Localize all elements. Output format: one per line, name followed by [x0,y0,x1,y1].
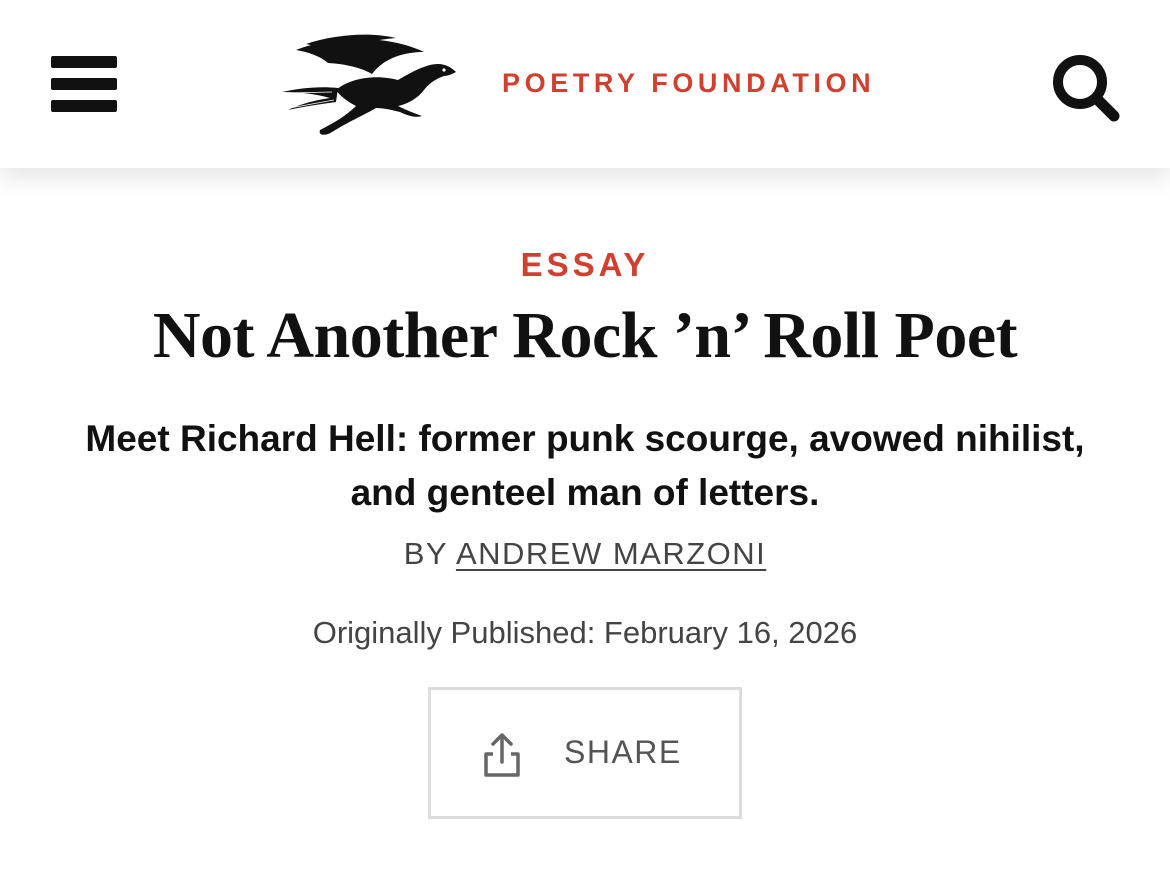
search-button[interactable] [1048,50,1124,122]
search-icon [1053,55,1120,122]
byline: BY ANDREW MARZONI [0,536,1170,572]
author-link[interactable]: ANDREW MARZONI [456,536,766,571]
article-category[interactable]: ESSAY [0,246,1170,284]
pegasus-logo-icon[interactable] [276,30,460,138]
byline-prefix: BY [403,536,448,571]
share-label: SHARE [564,734,682,770]
menu-bar [51,100,117,112]
menu-bar [51,78,117,90]
article-subtitle: Meet Richard Hell: former punk scourge, … [85,418,1085,513]
article-title: Not Another Rock ’n’ Roll Poet [152,299,1018,372]
publication-date: Originally Published: February 16, 2026 [312,615,858,650]
article-header: ESSAY Not Another Rock ’n’ Roll Poet Mee… [0,168,1170,889]
share-icon [484,733,520,777]
brand-name[interactable]: POETRY FOUNDATION [502,68,875,99]
share-button[interactable]: SHARE [428,687,742,819]
menu-button[interactable] [46,50,122,118]
menu-bar [51,56,117,68]
site-header: POETRY FOUNDATION [0,0,1170,168]
